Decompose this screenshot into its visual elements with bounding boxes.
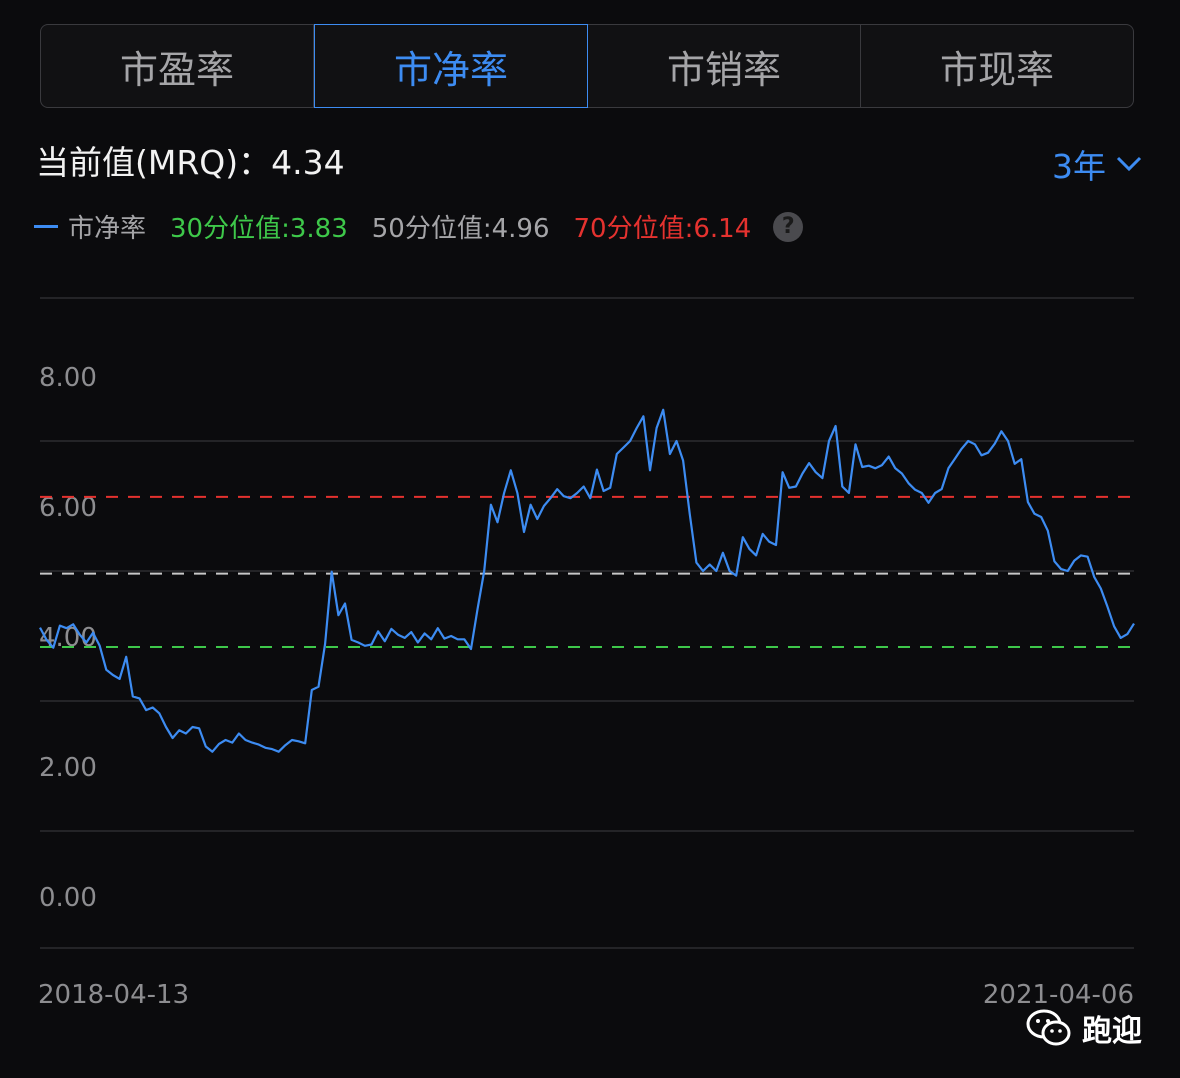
watermark: 跑迎 <box>1026 1006 1142 1050</box>
x-axis-start-date: 2018-04-13 <box>38 980 190 1010</box>
percentile-30: 30分位值:3.83 <box>170 214 348 244</box>
pb-line-chart: 0.002.004.006.008.00 <box>39 297 1135 949</box>
help-icon[interactable]: ? <box>773 211 804 242</box>
range-selector[interactable]: 3年 <box>1052 140 1142 188</box>
range-label: 3年 <box>1052 147 1106 186</box>
chevron-down-icon <box>1116 156 1142 172</box>
watermark-text: 跑迎 <box>1082 1014 1142 1049</box>
tab-pb[interactable]: 市净率 <box>314 24 588 108</box>
tab-ps[interactable]: 市销率 <box>588 25 861 107</box>
tab-pcf[interactable]: 市现率 <box>861 25 1133 107</box>
tab-pe[interactable]: 市盈率 <box>41 25 314 107</box>
percentile-70: 70分位值:6.14 <box>573 214 752 244</box>
series-swatch <box>34 225 58 228</box>
metric-tabs: 市盈率 市净率 市销率 市现率 <box>40 24 1134 108</box>
y-tick-label: 8.00 <box>39 363 97 393</box>
percentile-50: 50分位值:4.96 <box>371 214 550 244</box>
y-tick-label: 2.00 <box>39 753 97 783</box>
current-value: 当前值(MRQ)：4.34 <box>36 143 345 182</box>
chart-legend: 市净率 30分位值:3.83 50分位值:4.96 70分位值:6.14 ? <box>34 208 804 245</box>
series-name: 市净率 <box>68 214 147 244</box>
wechat-icon <box>1026 1009 1071 1046</box>
y-tick-label: 0.00 <box>39 883 97 913</box>
